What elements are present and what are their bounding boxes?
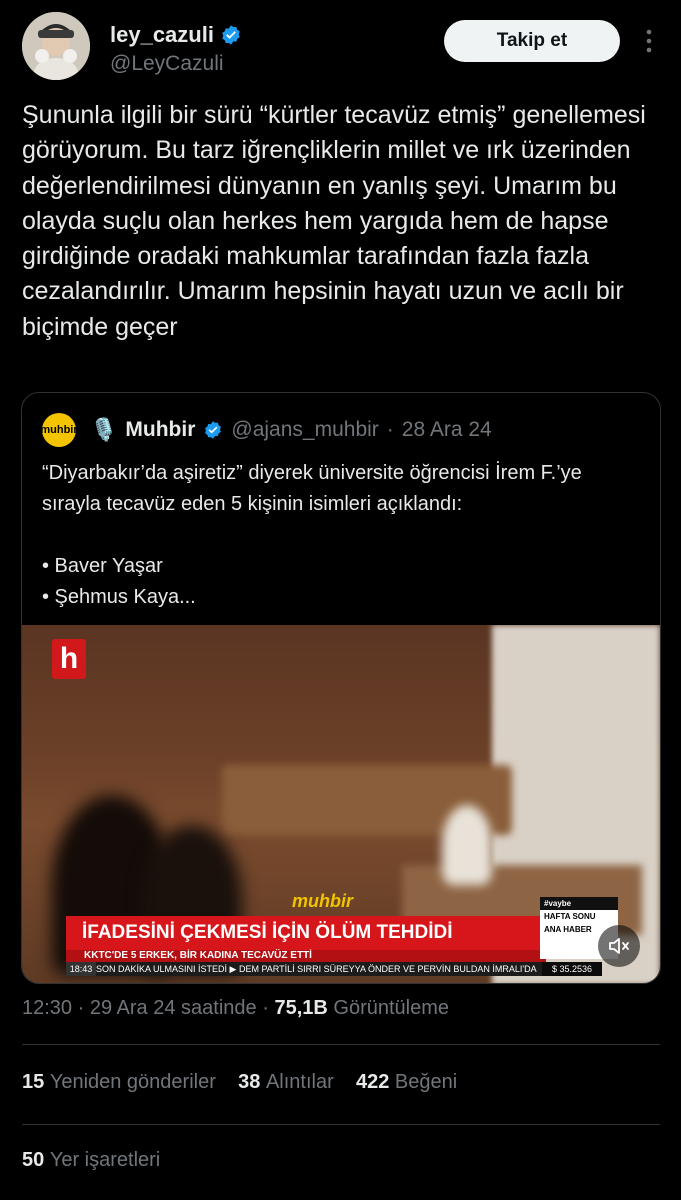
- likes-label: Beğeni: [394, 1071, 458, 1093]
- retweets-label: Yeniden gönderiler: [49, 1071, 216, 1093]
- microphone-emoji-icon: 🎙️: [90, 417, 118, 442]
- side-box-tag: #vaybe: [540, 897, 618, 910]
- views-count: 75,1B: [274, 997, 328, 1019]
- likes-count: 422: [355, 1071, 390, 1093]
- video-subheadline: KKTC'DE 5 ERKEK, BİR KADINA TECAVÜZ ETTİ: [66, 950, 546, 962]
- avatar[interactable]: [22, 12, 90, 80]
- views-label: Görüntüleme: [333, 997, 450, 1019]
- quoted-tweet-text: “Diyarbakır’da aşiretiz” diyerek ünivers…: [42, 462, 582, 608]
- separator-dot: ·: [77, 997, 85, 1019]
- verified-badge-icon: [222, 25, 240, 45]
- quotes-stat[interactable]: 38 Alıntılar: [238, 1071, 334, 1093]
- follow-button[interactable]: Takip et: [444, 20, 620, 62]
- quoted-tweet-header: muhbir 🎙️ Muhbir @ajans_muhbir · 28 Ara …: [40, 413, 492, 447]
- engagement-stats: 15 Yeniden gönderiler 38 Alıntılar 422 B…: [22, 1071, 457, 1094]
- divider: [22, 1044, 660, 1045]
- video-headline: İFADESİNİ ÇEKMESİ İÇİN ÖLÜM TEHDİDİ: [66, 916, 546, 950]
- muted-speaker-icon: [609, 938, 629, 954]
- tweet-meta: 12:30 · 29 Ara 24 saatinde · 75,1B Görün…: [22, 997, 449, 1020]
- bookmarks-stat[interactable]: 50 Yer işaretleri: [22, 1149, 160, 1172]
- tweet-header: ley_cazuli @LeyCazuli Takip et: [22, 12, 662, 84]
- more-options-icon[interactable]: [640, 28, 658, 54]
- video-ticker-price: $ 35.2536: [542, 962, 602, 976]
- user-handle[interactable]: @LeyCazuli: [110, 52, 224, 76]
- video-ticker-time: 18:43: [66, 962, 96, 976]
- quotes-count: 38: [238, 1071, 261, 1093]
- tweet-text: Şununla ilgili bir sürü “kürtler tecavüz…: [22, 101, 653, 341]
- side-box-line: HAFTA SONU: [544, 912, 596, 921]
- verified-badge-icon: [205, 421, 222, 439]
- channel-logo: h: [52, 639, 86, 679]
- quoted-display-name[interactable]: Muhbir: [125, 418, 195, 442]
- quoted-tweet-card[interactable]: muhbir 🎙️ Muhbir @ajans_muhbir · 28 Ara …: [21, 392, 661, 984]
- tweet-time[interactable]: 12:30: [22, 997, 72, 1019]
- separator-dot: ·: [386, 418, 394, 441]
- video-brand-watermark: muhbir: [292, 891, 353, 911]
- quoted-video[interactable]: h muhbir İFADESİNİ ÇEKMESİ İÇİN ÖLÜM TEH…: [22, 625, 660, 983]
- quoted-avatar[interactable]: muhbir: [40, 413, 78, 447]
- video-ticker: SON DAKİKA ULMASINI İSTEDİ ▶ DEM PARTİLİ…: [66, 962, 586, 976]
- separator-dot: ·: [262, 997, 269, 1019]
- tweet-detail-page: ley_cazuli @LeyCazuli Takip et Şununla i…: [0, 0, 681, 1200]
- retweets-count: 15: [22, 1071, 45, 1093]
- name-row: ley_cazuli: [110, 22, 242, 48]
- bookmarks-count: 50: [22, 1149, 45, 1171]
- likes-stat[interactable]: 422 Beğeni: [356, 1071, 457, 1093]
- quoted-date[interactable]: 28 Ara 24: [402, 418, 492, 442]
- quoted-handle[interactable]: @ajans_muhbir: [231, 418, 378, 442]
- tweet-date[interactable]: 29 Ara 24 saatinde: [90, 997, 257, 1019]
- bookmarks-label: Yer işaretleri: [49, 1149, 161, 1171]
- divider: [22, 1124, 660, 1125]
- quotes-label: Alıntılar: [265, 1071, 334, 1093]
- display-name[interactable]: ley_cazuli: [110, 22, 214, 48]
- retweets-stat[interactable]: 15 Yeniden gönderiler: [22, 1071, 216, 1093]
- mute-button[interactable]: [598, 925, 640, 967]
- video-person: [442, 805, 492, 885]
